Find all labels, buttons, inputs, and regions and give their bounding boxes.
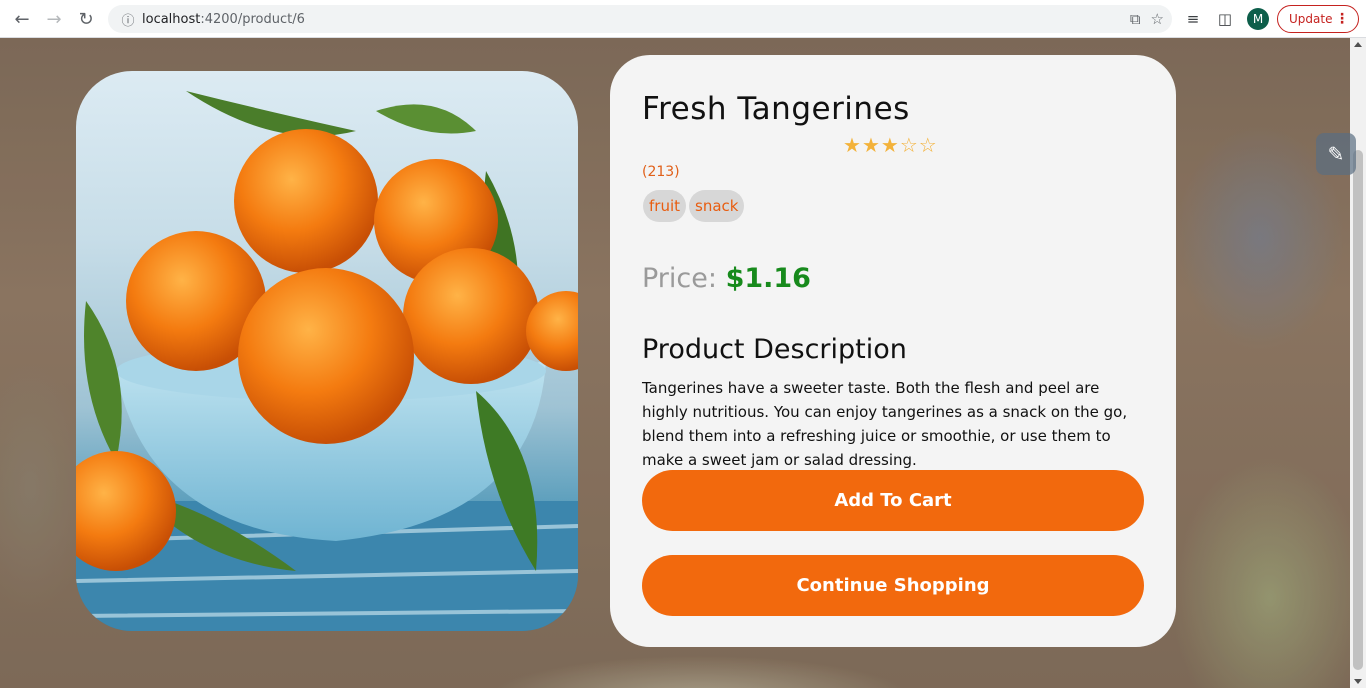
scroll-down-arrow-icon[interactable]	[1354, 679, 1362, 684]
tag-snack[interactable]: snack	[689, 190, 745, 222]
review-count: (213)	[642, 164, 680, 180]
description-heading: Product Description	[642, 334, 907, 365]
reading-list-icon[interactable]: ≡	[1180, 6, 1206, 32]
url-host: localhost	[142, 11, 201, 27]
more-menu-icon[interactable]: ⋮	[1335, 11, 1349, 27]
forward-icon[interactable]: →	[38, 3, 70, 35]
bookmark-star-icon[interactable]: ☆	[1151, 10, 1164, 28]
star-empty-icon: ☆	[918, 133, 937, 157]
continue-shopping-button[interactable]: Continue Shopping	[642, 555, 1144, 616]
tangerines-illustration	[76, 91, 578, 631]
browser-toolbar: ← → ↻ ⓘ localhost:4200/product/6 ⧉ ☆ ≡ ◫…	[0, 0, 1366, 38]
share-icon[interactable]: ⧉	[1130, 10, 1141, 28]
price-value: $1.16	[725, 263, 811, 294]
update-button[interactable]: Update ⋮	[1277, 5, 1359, 33]
star-empty-icon: ☆	[899, 133, 918, 157]
tag-list: fruit snack	[643, 190, 745, 222]
price-label: Price:	[642, 263, 717, 294]
add-to-cart-button[interactable]: Add To Cart	[642, 470, 1144, 531]
star-filled-icon: ★	[861, 133, 880, 157]
update-label: Update	[1289, 12, 1333, 26]
product-details-card: Fresh Tangerines ★ ★ ★ ☆ ☆ (213) fruit s…	[610, 55, 1176, 647]
star-filled-icon: ★	[880, 133, 899, 157]
address-bar[interactable]: ⓘ localhost:4200/product/6 ⧉ ☆	[108, 5, 1172, 33]
tag-fruit[interactable]: fruit	[643, 190, 687, 222]
scrollbar-thumb[interactable]	[1353, 150, 1363, 670]
back-icon[interactable]: ←	[6, 3, 38, 35]
product-image	[76, 71, 578, 631]
url-path: :4200/product/6	[200, 11, 305, 27]
rating-stars: ★ ★ ★ ☆ ☆	[843, 135, 937, 155]
extension-floating-icon[interactable]: ✎	[1316, 133, 1356, 175]
product-title: Fresh Tangerines	[642, 91, 910, 127]
side-panel-icon[interactable]: ◫	[1212, 6, 1238, 32]
url-text: localhost:4200/product/6	[142, 12, 305, 27]
scroll-up-arrow-icon[interactable]	[1354, 42, 1362, 47]
profile-avatar[interactable]: M	[1247, 8, 1269, 30]
price: Price: $1.16	[642, 263, 811, 294]
description-text: Tangerines have a sweeter taste. Both th…	[642, 379, 1128, 469]
avatar-letter: M	[1252, 12, 1264, 26]
reload-icon[interactable]: ↻	[70, 3, 102, 35]
site-info-icon[interactable]: ⓘ	[114, 10, 142, 29]
star-filled-icon: ★	[843, 133, 861, 157]
